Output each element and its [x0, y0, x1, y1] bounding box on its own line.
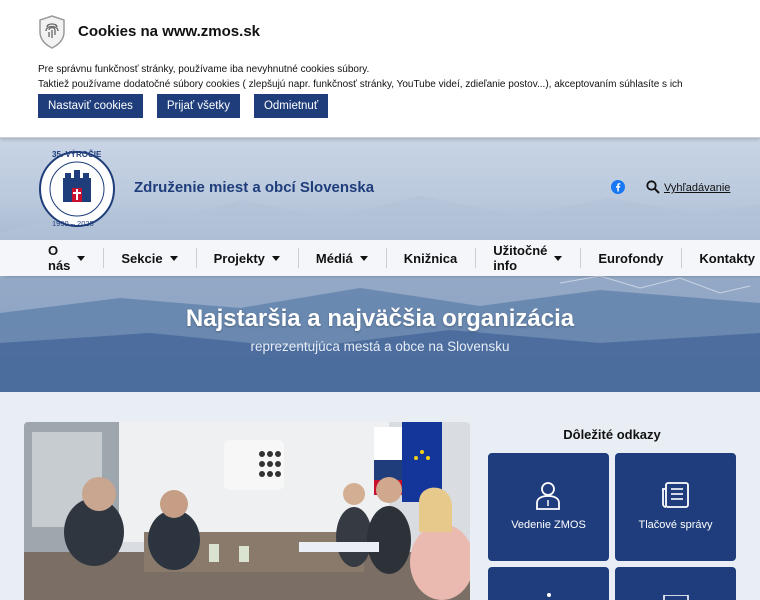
cookie-settings-button[interactable]: Nastaviť cookies — [38, 94, 143, 118]
caret-down-icon — [77, 255, 86, 261]
nav-label: Projekty — [213, 250, 265, 266]
hero-title: Najstaršia a najväčšia organizácia — [185, 305, 575, 332]
nav-item-projekty[interactable]: Projekty — [195, 240, 298, 276]
emblem-anniversary-text: 35. VÝROČIE — [52, 150, 102, 159]
search-icon[interactable] — [646, 180, 660, 194]
nav-item-eurofondy[interactable]: Eurofondy — [580, 240, 681, 276]
reject-button[interactable]: Odmietnuť — [253, 94, 329, 118]
nav-item-media[interactable]: Médiá — [297, 240, 386, 276]
nav-item-kontakty[interactable]: Kontakty — [681, 240, 760, 276]
nav-item-sekcie[interactable]: Sekcie — [103, 240, 195, 276]
facebook-icon[interactable] — [611, 180, 625, 194]
caret-down-icon — [271, 255, 280, 261]
tile-label: Vedenie ZMOS — [511, 519, 586, 531]
nav-label: Kontakty — [699, 250, 756, 266]
main-navigation: O nás Sekcie Projekty Médiá Knižnica Uži… — [0, 240, 760, 276]
caret-down-icon — [554, 255, 563, 261]
cookie-title: Cookies na www.zmos.sk — [78, 23, 260, 40]
document-icon — [663, 595, 689, 600]
nav-item-uzitocne-info[interactable]: Užitočné info — [475, 240, 580, 276]
zmos-emblem-logo — [39, 151, 115, 227]
search-link[interactable]: Vyhľadávanie — [664, 182, 730, 194]
hero-subtitle: reprezentujúca mestá a obce na Slovensku — [250, 339, 510, 354]
cookie-text-line1: Pre správnu funkčnosť stránky, používame… — [38, 64, 370, 75]
nav-label: Knižnica — [403, 250, 458, 266]
cookie-banner: Cookies na www.zmos.sk Pre správnu funkč… — [0, 0, 760, 138]
caret-down-icon — [359, 255, 368, 261]
nav-label: Sekcie — [121, 250, 163, 266]
tile-partial-3[interactable] — [488, 567, 609, 600]
important-links-title: Dôležité odkazy — [563, 427, 661, 442]
info-icon — [547, 593, 551, 597]
tile-partial-4[interactable] — [615, 567, 736, 600]
nav-item-kniznica[interactable]: Knižnica — [385, 240, 475, 276]
cookie-buttons: Nastaviť cookies Prijať všetky Odmietnuť — [38, 94, 329, 118]
nav-item-o-nas[interactable]: O nás — [30, 240, 103, 276]
caret-down-icon — [169, 255, 178, 261]
tile-label: Tlačové správy — [638, 519, 713, 531]
accept-all-button[interactable]: Prijať všetky — [156, 94, 240, 118]
tile-tlacove-spravy[interactable]: Tlačové správy — [615, 453, 736, 561]
emblem-years-text: 1990 – 2025 — [52, 219, 94, 228]
news-photo[interactable] — [24, 422, 470, 600]
tile-vedenie-zmos[interactable]: Vedenie ZMOS — [488, 453, 609, 561]
organization-name[interactable]: Združenie miest a obcí Slovenska — [134, 179, 374, 196]
nav-label: Eurofondy — [598, 250, 664, 266]
nav-label: O nás — [48, 243, 71, 273]
nav-label: Médiá — [315, 250, 353, 266]
news-icon — [662, 482, 689, 508]
person-icon — [536, 482, 560, 510]
shield-fingerprint-icon — [39, 15, 65, 49]
nav-label: Užitočné info — [493, 243, 548, 273]
